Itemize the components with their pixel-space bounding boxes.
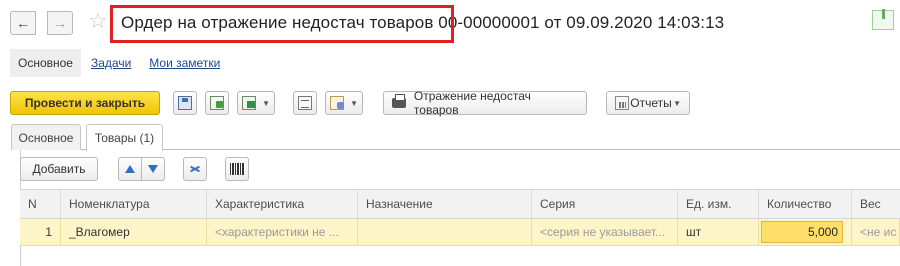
print-writeoff-label: Отражение недостач товаров: [413, 89, 531, 117]
form-tabs: Основное Товары (1): [11, 124, 900, 151]
post-and-close-button[interactable]: Провести и закрыть: [10, 91, 160, 115]
reports-button[interactable]: Отчеты ▼: [606, 91, 690, 115]
column-header[interactable]: Номенклатура: [61, 190, 207, 218]
chevron-down-icon: ▼: [350, 98, 358, 108]
print-writeoff-button[interactable]: Отражение недостач товаров: [383, 89, 587, 117]
arrow-right-icon: →: [53, 15, 67, 31]
list-icon: [298, 96, 312, 110]
cell-weight[interactable]: <не ис: [852, 219, 900, 245]
post-button[interactable]: [205, 91, 229, 115]
row-number: 1: [20, 219, 61, 245]
save-icon: [178, 96, 192, 110]
report-icon: [615, 96, 629, 110]
column-header[interactable]: Количество: [759, 190, 852, 218]
journal-button[interactable]: [293, 91, 317, 115]
column-header[interactable]: Серия: [532, 190, 678, 218]
command-bar: Провести и закрыть ▼ ▼ Отражение недоста…: [10, 89, 690, 117]
table-row[interactable]: 1 _Влагомер <характеристики не ... <сери…: [20, 219, 900, 246]
arrow-up-icon: [125, 165, 135, 173]
goods-table: N Номенклатура Характеристика Назначение…: [20, 189, 900, 246]
move-down-button[interactable]: [141, 157, 165, 181]
back-button[interactable]: ←: [10, 11, 36, 35]
create-based-on-button[interactable]: ▼: [237, 91, 275, 115]
link-icon[interactable]: [872, 9, 894, 30]
star-icon[interactable]: ☆: [88, 9, 108, 33]
forward-button[interactable]: →: [47, 11, 73, 35]
move-up-button[interactable]: [118, 157, 142, 181]
table-toolbar: Добавить: [20, 157, 249, 181]
cell-characteristic[interactable]: <характеристики не ...: [207, 219, 358, 245]
quantity-input[interactable]: 5,000: [761, 221, 843, 243]
cell-unit[interactable]: шт: [678, 219, 759, 245]
share-icon: [188, 163, 202, 175]
create-based-on-icon: [242, 96, 256, 110]
subnav-tasks[interactable]: Задачи: [91, 56, 131, 70]
tab-goods[interactable]: Товары (1): [86, 124, 163, 151]
barcode-icon: [230, 163, 244, 175]
cell-series[interactable]: <серия не указывает...: [532, 219, 678, 245]
arrow-left-icon: ←: [16, 15, 30, 31]
annotation-highlight: [110, 5, 454, 43]
chevron-down-icon: ▼: [262, 98, 270, 108]
add-row-button[interactable]: Добавить: [20, 157, 98, 181]
distribute-button[interactable]: [183, 157, 207, 181]
attachment-icon: [330, 96, 344, 110]
subnav-main[interactable]: Основное: [10, 49, 81, 77]
arrow-down-icon: [148, 165, 158, 173]
save-button[interactable]: [173, 91, 197, 115]
form-subnav: Основное Задачи Мои заметки: [10, 48, 228, 78]
attachments-button[interactable]: ▼: [325, 91, 363, 115]
column-header[interactable]: Ед. изм.: [678, 190, 759, 218]
barcode-scan-button[interactable]: [225, 157, 249, 181]
column-header[interactable]: N: [20, 190, 61, 218]
cell-purpose[interactable]: [358, 219, 532, 245]
reports-label: Отчеты: [630, 96, 672, 110]
cell-quantity[interactable]: 5,000: [759, 219, 852, 245]
column-header[interactable]: Характеристика: [207, 190, 358, 218]
post-document-icon: [210, 96, 224, 110]
subnav-notes[interactable]: Мои заметки: [149, 56, 220, 70]
tab-main[interactable]: Основное: [11, 124, 81, 150]
column-header[interactable]: Назначение: [358, 190, 532, 218]
table-header: N Номенклатура Характеристика Назначение…: [20, 189, 900, 219]
column-header[interactable]: Вес: [852, 190, 900, 218]
cell-nomenclature[interactable]: _Влагомер: [61, 219, 207, 245]
printer-icon: [392, 94, 406, 108]
chevron-down-icon: ▼: [673, 98, 681, 108]
